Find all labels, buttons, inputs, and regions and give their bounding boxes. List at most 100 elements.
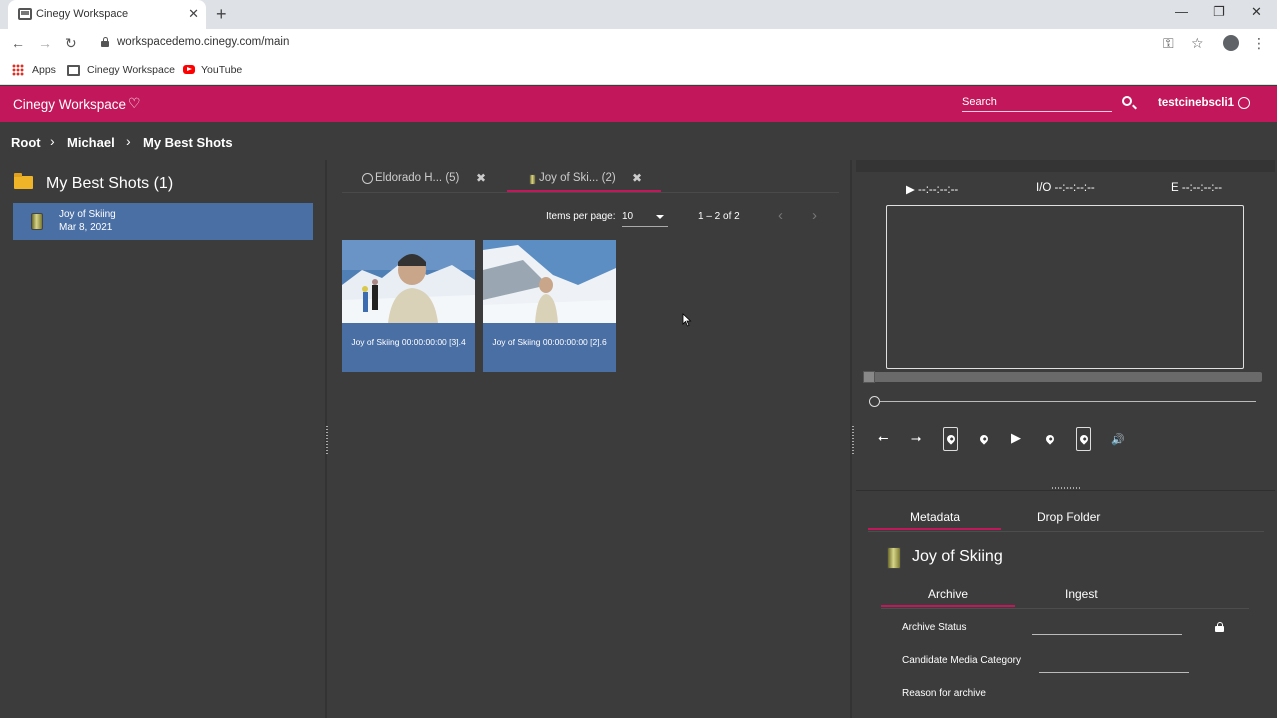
url-field[interactable]: workspacedemo.cinegy.com/main <box>117 36 289 48</box>
archive-status-field[interactable] <box>1032 634 1182 635</box>
jog-slider-track[interactable] <box>874 401 1256 402</box>
clip-thumbnail <box>483 240 616 323</box>
tab-close-icon[interactable]: ✕ <box>188 6 199 22</box>
forward-arrow-icon[interactable]: → <box>38 34 52 52</box>
clip-label: Joy of Skiing 00:00:00:00 [3].4 <box>351 337 466 347</box>
items-per-page-value: 10 <box>622 211 634 222</box>
volume-icon[interactable]: 🔊 <box>1111 432 1125 448</box>
pagination-range: 1 – 2 of 2 <box>698 211 740 222</box>
heart-icon[interactable]: ♡ <box>128 95 141 112</box>
key-icon[interactable]: ⚿ <box>1163 34 1174 52</box>
tab-divider <box>868 531 1264 532</box>
bookmark-cinegy-workspace[interactable]: Cinegy Workspace <box>87 64 175 76</box>
play-timecode: ▶ --:--:--:-- <box>906 184 959 196</box>
mark-out-button[interactable] <box>1076 427 1091 451</box>
in-out-timecode: I/O --:--:--:-- <box>1036 182 1095 194</box>
panel-top-bar <box>856 160 1275 172</box>
marker-pin-icon <box>1078 433 1090 445</box>
step-back-icon[interactable]: ⭠ <box>878 430 888 446</box>
tab-joy-of-skiing-close-icon[interactable]: ✖ <box>632 171 642 185</box>
dropdown-arrow-icon <box>656 215 664 219</box>
step-forward-icon[interactable]: ⭢ <box>911 430 921 446</box>
minimize-button[interactable]: — <box>1175 4 1188 20</box>
browser-tab[interactable]: Cinegy Workspace ✕ <box>8 0 206 29</box>
subtab-ingest[interactable]: Ingest <box>1065 587 1098 601</box>
folder-panel <box>0 160 327 718</box>
tab-title: Cinegy Workspace <box>36 8 129 20</box>
active-tab-indicator <box>507 190 661 192</box>
maximize-button[interactable]: ❐ <box>1213 4 1225 20</box>
mark-in-button[interactable] <box>943 427 958 451</box>
profile-avatar-icon[interactable] <box>1223 35 1239 51</box>
subtab-archive[interactable]: Archive <box>928 587 968 601</box>
clip-label: Joy of Skiing 00:00:00:00 [2].6 <box>492 337 607 347</box>
asset-title: Joy of Skiing <box>912 548 1003 565</box>
tab-divider <box>342 192 839 193</box>
clip-card[interactable]: Joy of Skiing 00:00:00:00 [3].4 <box>342 240 475 372</box>
tab-eldorado[interactable]: Eldorado H... (5) <box>375 172 459 184</box>
globe-icon <box>362 173 373 184</box>
next-page-icon[interactable]: › <box>812 207 817 224</box>
youtube-icon <box>183 65 195 74</box>
search-input[interactable] <box>962 92 1112 112</box>
candidate-media-category-field[interactable] <box>1039 672 1189 673</box>
bookmark-apps[interactable]: Apps <box>32 64 56 76</box>
mouse-cursor-icon <box>682 313 692 327</box>
back-arrow-icon[interactable]: ← <box>11 34 25 52</box>
menu-dots-icon[interactable]: ⋮ <box>1252 34 1266 52</box>
apps-grid-icon <box>12 64 24 76</box>
bookmark-youtube[interactable]: YouTube <box>201 64 242 76</box>
brand-title[interactable]: Cinegy Workspace <box>13 97 126 112</box>
active-tab-indicator <box>868 528 1001 530</box>
tab-eldorado-close-icon[interactable]: ✖ <box>476 171 486 185</box>
breadcrumb: Root › Michael › My Best Shots <box>0 122 1277 160</box>
film-can-icon <box>31 213 43 230</box>
scrub-handle[interactable] <box>863 371 875 383</box>
video-viewer[interactable] <box>886 205 1244 369</box>
scrub-bar[interactable] <box>863 372 1262 382</box>
active-subtab-indicator <box>881 605 1015 607</box>
film-can-icon <box>887 547 901 569</box>
browser-tab-strip: Cinegy Workspace ✕ + — ❐ ✕ <box>0 0 1277 29</box>
window-close-button[interactable]: ✕ <box>1251 4 1262 20</box>
folder-open-icon <box>14 173 33 189</box>
previous-page-icon[interactable]: ‹ <box>778 207 783 224</box>
search-icon[interactable] <box>1122 96 1132 106</box>
vertical-splitter-handle[interactable] <box>1052 487 1080 489</box>
tab-joy-of-skiing[interactable]: Joy of Ski... (2) <box>539 172 616 184</box>
candidate-media-category-label: Candidate Media Category <box>902 655 1021 666</box>
chevron-right-icon: › <box>126 133 131 149</box>
clip-card[interactable]: Joy of Skiing 00:00:00:00 [2].6 <box>483 240 616 372</box>
clip-thumbnail <box>342 240 475 323</box>
archive-status-label: Archive Status <box>902 622 967 633</box>
tab-favicon-icon <box>18 8 32 20</box>
left-splitter-handle[interactable] <box>326 426 328 454</box>
items-per-page-label: Items per page: <box>546 211 616 222</box>
lock-icon[interactable] <box>101 37 109 47</box>
play-icon[interactable]: ▶ <box>1011 430 1021 446</box>
items-per-page-select[interactable]: 10 <box>622 207 668 227</box>
tab-drop-folder[interactable]: Drop Folder <box>1037 510 1100 524</box>
marker-pin-icon <box>945 433 957 445</box>
app-header: Cinegy Workspace ♡ testcinebscli1 <box>0 86 1277 122</box>
jog-slider-knob[interactable] <box>869 396 880 407</box>
list-item-date: Mar 8, 2021 <box>59 222 113 233</box>
breadcrumb-my-best-shots[interactable]: My Best Shots <box>143 135 233 150</box>
breadcrumb-michael[interactable]: Michael <box>67 135 115 150</box>
folder-title: My Best Shots (1) <box>46 175 174 192</box>
user-account-icon[interactable] <box>1238 97 1250 109</box>
reload-icon[interactable]: ↻ <box>65 34 77 52</box>
reason-for-archive-label: Reason for archive <box>902 688 986 699</box>
tab-metadata[interactable]: Metadata <box>910 510 960 524</box>
panel-divider <box>856 490 1275 491</box>
chevron-right-icon: › <box>50 133 55 149</box>
username[interactable]: testcinebscli1 <box>1158 97 1234 109</box>
list-item-name: Joy of Skiing <box>59 209 116 220</box>
star-icon[interactable]: ☆ <box>1191 34 1204 52</box>
address-bar: ← → ↻ workspacedemo.cinegy.com/main ⚿ ☆ … <box>0 29 1277 57</box>
lock-icon <box>1215 622 1224 632</box>
film-can-icon <box>529 174 536 185</box>
new-tab-button[interactable]: + <box>216 4 227 24</box>
list-item[interactable] <box>13 203 313 240</box>
breadcrumb-root[interactable]: Root <box>11 135 41 150</box>
